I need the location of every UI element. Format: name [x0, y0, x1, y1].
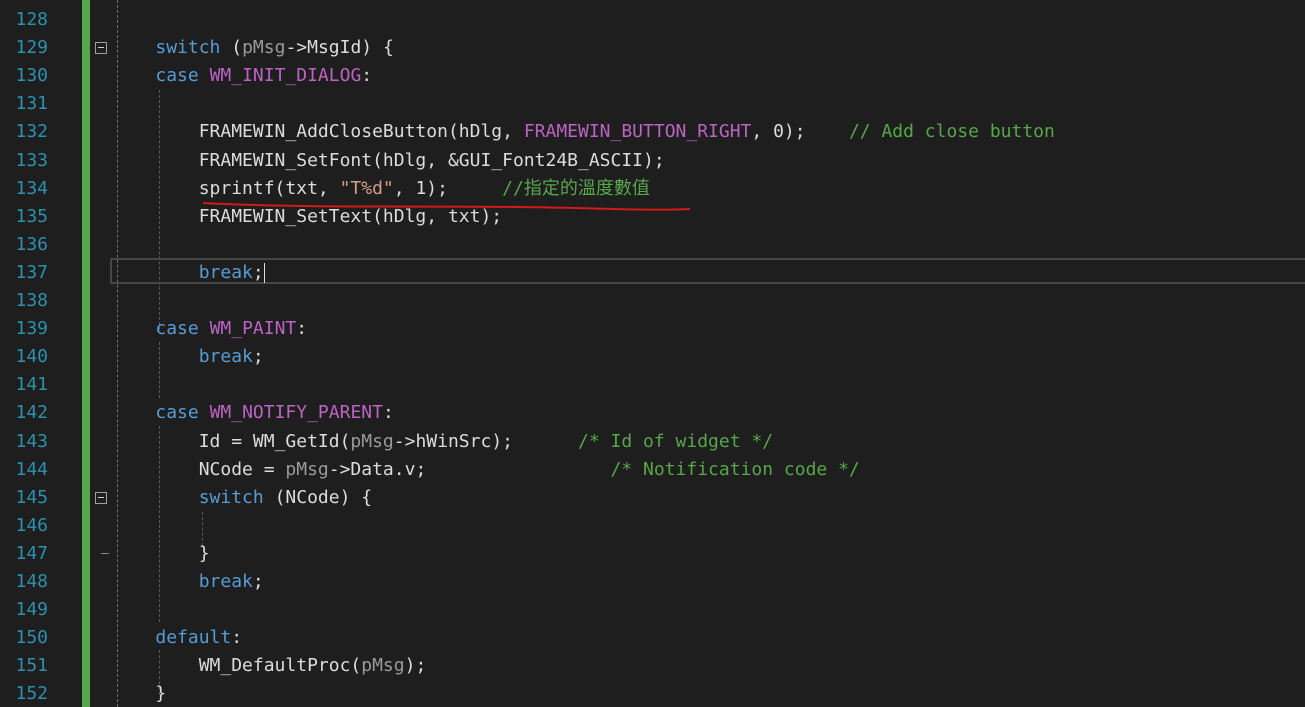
red-underline-annotation	[202, 202, 691, 211]
code-editor[interactable]: 128 129 switch (pMsg->MsgId) {130 case WM…	[0, 0, 1305, 707]
annotation-stroke	[202, 202, 691, 211]
